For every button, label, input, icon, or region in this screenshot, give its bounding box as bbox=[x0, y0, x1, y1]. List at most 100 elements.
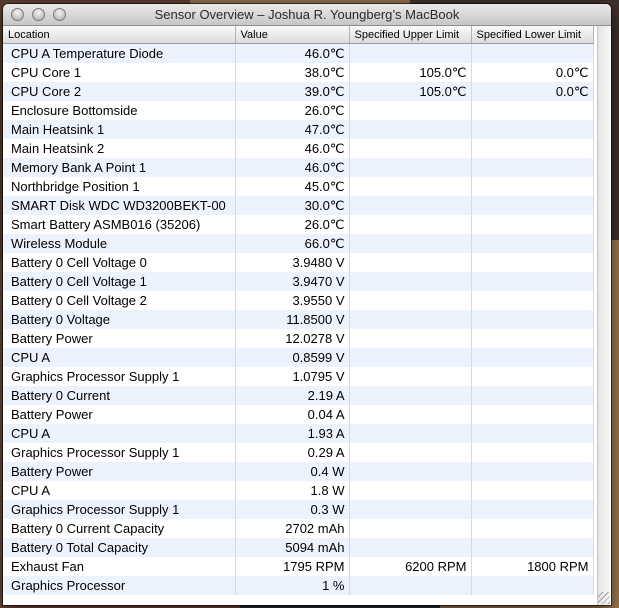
table-row[interactable]: Wireless Module 66.0℃ bbox=[3, 234, 594, 253]
cell-upper-limit bbox=[349, 519, 472, 538]
cell-upper-limit bbox=[349, 43, 472, 63]
cell-location: Battery 0 Cell Voltage 0 bbox=[3, 253, 236, 272]
cell-value: 3.9480 V bbox=[235, 253, 350, 272]
cell-lower-limit bbox=[471, 196, 594, 215]
cell-lower-limit bbox=[471, 500, 594, 519]
table-row[interactable]: Battery Power 12.0278 V bbox=[3, 329, 594, 348]
sensor-overview-window: Sensor Overview – Joshua R. Youngberg’s … bbox=[3, 4, 611, 605]
cell-upper-limit bbox=[349, 177, 472, 196]
table-row[interactable]: Main Heatsink 1 47.0℃ bbox=[3, 120, 594, 139]
table-row[interactable]: Northbridge Position 1 45.0℃ bbox=[3, 177, 594, 196]
cell-value: 0.29 A bbox=[235, 443, 350, 462]
cell-location: CPU A bbox=[3, 424, 236, 443]
cell-value: 46.0℃ bbox=[235, 139, 350, 158]
cell-location: Battery 0 Cell Voltage 1 bbox=[3, 272, 236, 291]
column-header-value[interactable]: Value bbox=[235, 26, 350, 44]
cell-location: CPU A bbox=[3, 481, 236, 500]
cell-upper-limit bbox=[349, 272, 472, 291]
cell-value: 1.93 A bbox=[235, 424, 350, 443]
cell-value: 0.4 W bbox=[235, 462, 350, 481]
table-row[interactable]: Exhaust Fan 1795 RPM 6200 RPM 1800 RPM bbox=[3, 557, 594, 576]
cell-value: 47.0℃ bbox=[235, 120, 350, 139]
table-row[interactable]: Enclosure Bottomside 26.0℃ bbox=[3, 101, 594, 120]
cell-lower-limit bbox=[471, 405, 594, 424]
cell-value: 1.0795 V bbox=[235, 367, 350, 386]
cell-upper-limit bbox=[349, 348, 472, 367]
table-row[interactable]: Battery 0 Voltage 11.8500 V bbox=[3, 310, 594, 329]
cell-lower-limit bbox=[471, 443, 594, 462]
column-header-upper-limit[interactable]: Specified Upper Limit bbox=[349, 26, 472, 44]
cell-upper-limit bbox=[349, 443, 472, 462]
cell-upper-limit bbox=[349, 234, 472, 253]
vertical-scrollbar[interactable] bbox=[597, 26, 611, 605]
cell-upper-limit: 105.0℃ bbox=[349, 82, 472, 101]
table-row[interactable]: Graphics Processor Supply 1 1.0795 V bbox=[3, 367, 594, 386]
title-bar[interactable]: Sensor Overview – Joshua R. Youngberg’s … bbox=[3, 4, 611, 26]
table-row[interactable]: Battery Power 0.04 A bbox=[3, 405, 594, 424]
table-row[interactable]: CPU Core 1 38.0℃ 105.0℃ 0.0℃ bbox=[3, 63, 594, 82]
column-header-lower-limit[interactable]: Specified Lower Limit bbox=[471, 26, 594, 44]
table-row[interactable]: CPU A 0.8599 V bbox=[3, 348, 594, 367]
table-row[interactable]: CPU A 1.8 W bbox=[3, 481, 594, 500]
cell-value: 46.0℃ bbox=[235, 43, 350, 63]
cell-value: 0.8599 V bbox=[235, 348, 350, 367]
cell-upper-limit bbox=[349, 386, 472, 405]
cell-location: CPU Core 2 bbox=[3, 82, 236, 101]
table-row[interactable]: Battery 0 Current Capacity 2702 mAh bbox=[3, 519, 594, 538]
cell-location: CPU A Temperature Diode bbox=[3, 43, 236, 63]
table-row[interactable]: Graphics Processor Supply 1 0.29 A bbox=[3, 443, 594, 462]
cell-lower-limit bbox=[471, 538, 594, 557]
cell-value: 12.0278 V bbox=[235, 329, 350, 348]
cell-upper-limit bbox=[349, 424, 472, 443]
cell-lower-limit bbox=[471, 329, 594, 348]
table-row[interactable]: CPU Core 2 39.0℃ 105.0℃ 0.0℃ bbox=[3, 82, 594, 101]
table-row[interactable]: Smart Battery ASMB016 (35206) 26.0℃ bbox=[3, 215, 594, 234]
cell-value: 2.19 A bbox=[235, 386, 350, 405]
cell-lower-limit bbox=[471, 310, 594, 329]
cell-value: 45.0℃ bbox=[235, 177, 350, 196]
table-row[interactable]: Main Heatsink 2 46.0℃ bbox=[3, 139, 594, 158]
table-row[interactable]: Graphics Processor 1 % bbox=[3, 576, 594, 595]
cell-value: 2702 mAh bbox=[235, 519, 350, 538]
table-row[interactable]: Graphics Processor Supply 1 0.3 W bbox=[3, 500, 594, 519]
cell-upper-limit bbox=[349, 139, 472, 158]
table-row[interactable]: Battery 0 Cell Voltage 1 3.9470 V bbox=[3, 272, 594, 291]
cell-upper-limit bbox=[349, 500, 472, 519]
cell-lower-limit bbox=[471, 348, 594, 367]
column-header-location[interactable]: Location bbox=[3, 26, 236, 44]
table-row[interactable]: Battery 0 Cell Voltage 2 3.9550 V bbox=[3, 291, 594, 310]
table-row[interactable]: Battery Power 0.4 W bbox=[3, 462, 594, 481]
cell-upper-limit bbox=[349, 291, 472, 310]
header-row: Location Value Specified Upper Limit Spe… bbox=[3, 26, 594, 44]
cell-location: Battery 0 Voltage bbox=[3, 310, 236, 329]
cell-lower-limit bbox=[471, 386, 594, 405]
cell-lower-limit bbox=[471, 177, 594, 196]
cell-value: 1795 RPM bbox=[235, 557, 350, 576]
cell-lower-limit bbox=[471, 272, 594, 291]
table-row[interactable]: CPU A 1.93 A bbox=[3, 424, 594, 443]
cell-upper-limit bbox=[349, 405, 472, 424]
cell-location: Main Heatsink 2 bbox=[3, 139, 236, 158]
cell-upper-limit bbox=[349, 158, 472, 177]
cell-location: Battery Power bbox=[3, 405, 236, 424]
cell-value: 39.0℃ bbox=[235, 82, 350, 101]
table-row[interactable]: Battery 0 Current 2.19 A bbox=[3, 386, 594, 405]
cell-upper-limit bbox=[349, 310, 472, 329]
cell-lower-limit bbox=[471, 120, 594, 139]
cell-lower-limit bbox=[471, 139, 594, 158]
table-row[interactable]: SMART Disk WDC WD3200BEKT-00 30.0℃ bbox=[3, 196, 594, 215]
sensor-table-container: Location Value Specified Upper Limit Spe… bbox=[3, 26, 598, 605]
cell-upper-limit bbox=[349, 253, 472, 272]
resize-grip[interactable] bbox=[598, 592, 610, 604]
cell-upper-limit bbox=[349, 538, 472, 557]
table-row[interactable]: Battery 0 Cell Voltage 0 3.9480 V bbox=[3, 253, 594, 272]
cell-upper-limit bbox=[349, 576, 472, 595]
cell-lower-limit: 1800 RPM bbox=[471, 557, 594, 576]
table-row[interactable]: CPU A Temperature Diode 46.0℃ bbox=[3, 43, 594, 63]
cell-upper-limit bbox=[349, 329, 472, 348]
table-row[interactable]: Battery 0 Total Capacity 5094 mAh bbox=[3, 538, 594, 557]
cell-location: Smart Battery ASMB016 (35206) bbox=[3, 215, 236, 234]
table-row[interactable]: Memory Bank A Point 1 46.0℃ bbox=[3, 158, 594, 177]
cell-location: Battery 0 Cell Voltage 2 bbox=[3, 291, 236, 310]
cell-location: Graphics Processor Supply 1 bbox=[3, 367, 236, 386]
